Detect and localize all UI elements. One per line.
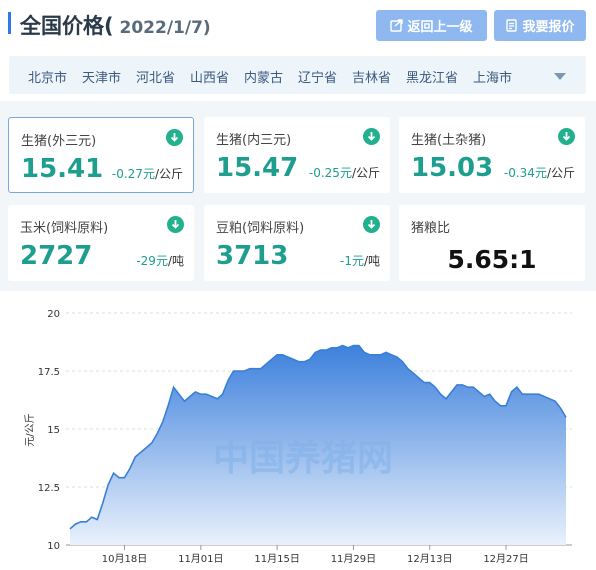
region-tab[interactable]: 上海市: [473, 67, 512, 86]
price-trend-chart: 中国养猪网 10 12.5 15 17.5 20 10月18日 11月01日 11月15日 1…: [0, 295, 596, 570]
page-title: 全国价格( 2022/1/7): [20, 10, 211, 40]
down-arrow-icon: [363, 216, 380, 233]
change-amount: -1元: [339, 254, 364, 268]
change-unit: /吨: [363, 254, 380, 268]
price-card-change: -1元/吨: [340, 252, 380, 269]
price-card-change: -0.34元/公斤: [504, 164, 575, 181]
price-card-name: 生猪(外三元): [21, 134, 97, 149]
price-card[interactable]: 玉米(饲料原料) 2727 -29元/吨: [8, 205, 194, 281]
region-tab[interactable]: 天津市: [82, 67, 121, 86]
y-tick-label: 20: [47, 309, 60, 320]
region-tab[interactable]: 辽宁省: [298, 67, 337, 86]
down-arrow-icon: [167, 216, 184, 233]
y-tick-label: 12.5: [38, 483, 60, 494]
price-card-name: 豆粕(饲料原料): [216, 221, 305, 236]
change-unit: /公斤: [351, 166, 380, 180]
price-card-value: 15.47: [216, 153, 299, 183]
x-tick-label: 11月15日: [254, 553, 299, 565]
x-axis: 10月18日 11月01日 11月15日 11月29日 12月13日 12月27日: [102, 545, 529, 565]
y-tick-label: 15: [47, 425, 60, 436]
change-unit: /公斤: [546, 166, 575, 180]
y-tick-label: 10: [47, 541, 60, 552]
price-card[interactable]: 豆粕(饲料原料) 3713 -1元/吨: [204, 205, 390, 281]
hog-grain-ratio-value: 5.65:1: [447, 245, 537, 274]
down-arrow-icon: [166, 129, 183, 146]
header: 全国价格( 2022/1/7) 返回上一级 我要报价: [0, 0, 596, 50]
back-button[interactable]: 返回上一级: [376, 10, 487, 41]
page-title-text: 全国价格(: [20, 14, 114, 38]
region-tab[interactable]: 内蒙古: [244, 67, 283, 86]
document-icon: [506, 19, 518, 32]
x-tick-label: 11月01日: [178, 553, 223, 565]
region-tab[interactable]: 山西省: [190, 67, 229, 86]
down-arrow-icon: [558, 128, 575, 145]
x-tick-label: 10月18日: [102, 553, 147, 565]
expand-regions-icon[interactable]: [554, 73, 566, 80]
region-tab[interactable]: 北京市: [28, 67, 67, 86]
x-tick-label: 11月29日: [331, 553, 376, 565]
region-tab[interactable]: 河北省: [136, 67, 175, 86]
price-card-value: 2727: [20, 241, 93, 271]
price-card[interactable]: 生猪(外三元) 15.41 -0.27元/公斤: [8, 117, 194, 193]
price-cards-panel: 生猪(外三元) 15.41 -0.27元/公斤 生猪(内三元) 15.47 -0…: [0, 101, 596, 291]
price-card-name: 生猪(内三元): [216, 133, 292, 148]
price-card-name: 猪粮比: [411, 221, 451, 236]
change-unit: /吨: [167, 254, 184, 268]
y-axis-label: 元/公斤: [24, 413, 36, 446]
region-tabs: 北京市 天津市 河北省 山西省 内蒙古 辽宁省 吉林省 黑龙江省 上海市: [9, 56, 586, 94]
title-accent-bar: [8, 12, 11, 34]
price-card-change: -0.27元/公斤: [112, 165, 183, 182]
region-tab[interactable]: 吉林省: [352, 67, 391, 86]
change-unit: /公斤: [154, 167, 183, 181]
report-price-button-label: 我要报价: [522, 20, 575, 35]
change-amount: -0.25元: [308, 166, 352, 180]
change-amount: -0.27元: [111, 167, 155, 181]
back-icon: [390, 19, 404, 32]
x-tick-label: 12月27日: [483, 553, 528, 565]
price-card-change: -0.25元/公斤: [309, 164, 380, 181]
report-price-button[interactable]: 我要报价: [494, 10, 586, 41]
chart-watermark: 中国养猪网: [213, 437, 393, 479]
chart-svg: 中国养猪网 1012.51517.520 10月18日 11月01日 11月15日 1…: [24, 309, 572, 565]
change-amount: -29元: [136, 254, 168, 268]
price-card-name: 生猪(土杂猪): [411, 133, 487, 148]
y-axis: 10 12.5 15 17.5 20: [38, 309, 60, 552]
price-card-name: 玉米(饲料原料): [20, 221, 109, 236]
price-card[interactable]: 生猪(内三元) 15.47 -0.25元/公斤: [204, 117, 390, 193]
change-amount: -0.34元: [503, 166, 547, 180]
price-card-change: -29元/吨: [136, 252, 184, 269]
x-tick-label: 12月13日: [407, 553, 452, 565]
region-tab[interactable]: 黑龙江省: [406, 67, 458, 86]
price-card-value: 15.41: [21, 154, 104, 184]
price-card-value: 15.03: [411, 153, 494, 183]
page-title-date: 2022/1/7): [113, 18, 211, 38]
price-card-value: 3713: [216, 241, 289, 271]
hog-grain-ratio-card[interactable]: 猪粮比 5.65:1: [399, 205, 585, 281]
y-tick-label: 17.5: [38, 367, 60, 378]
down-arrow-icon: [363, 128, 380, 145]
back-button-label: 返回上一级: [407, 20, 473, 35]
price-card[interactable]: 生猪(土杂猪) 15.03 -0.34元/公斤: [399, 117, 585, 193]
